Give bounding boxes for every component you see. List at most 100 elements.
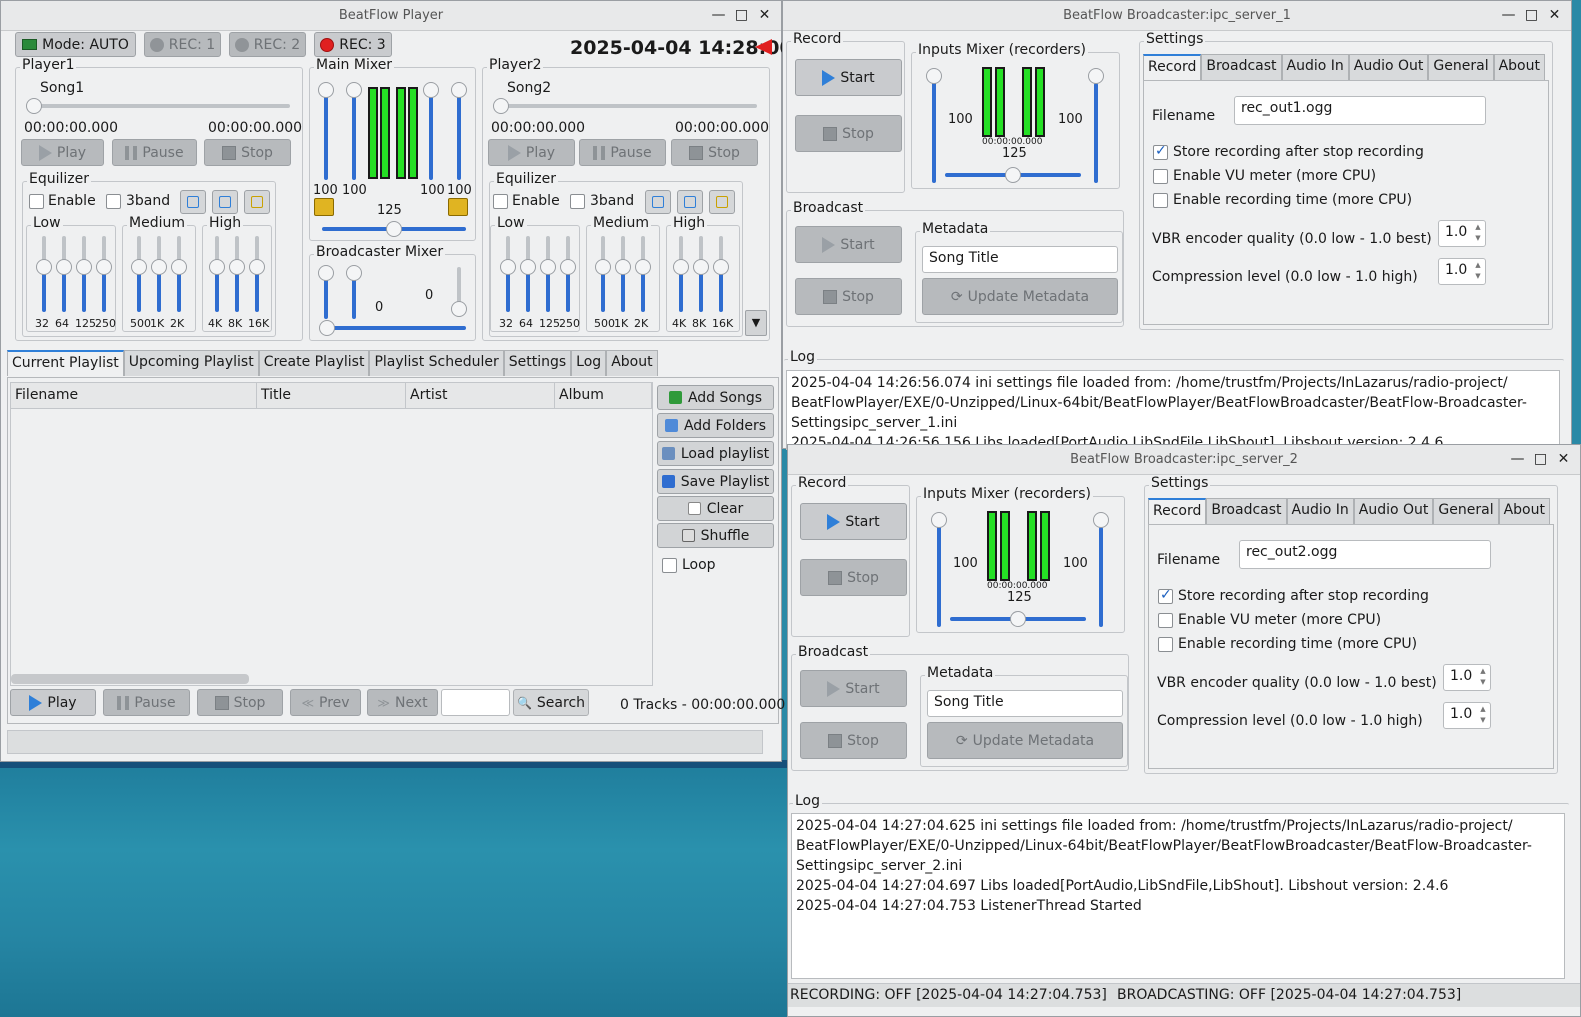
eq-copy-icon[interactable]: [677, 190, 703, 214]
metadata-input[interactable]: Song Title: [922, 246, 1118, 273]
input-left-knob[interactable]: [926, 68, 942, 84]
broadcast-stop-button[interactable]: Stop: [800, 722, 907, 759]
eq-band-knob[interactable]: [96, 259, 112, 275]
eq-band-knob[interactable]: [713, 259, 729, 275]
shuffle-button[interactable]: Shuffle: [657, 523, 774, 548]
close-icon[interactable]: ✕: [1546, 6, 1563, 25]
eq-preset-icon[interactable]: [645, 190, 671, 214]
input-right-fader[interactable]: [1099, 527, 1103, 627]
prev-button[interactable]: ≪ Prev: [290, 689, 361, 716]
player-titlebar[interactable]: BeatFlow Player — □ ✕: [1, 1, 781, 31]
main-mixer-fader-4[interactable]: [457, 92, 461, 180]
main-mixer-crossfader-knob[interactable]: [386, 221, 402, 237]
rec3-button[interactable]: REC: 3: [314, 32, 392, 57]
update-metadata-button[interactable]: ⟳ Update Metadata: [922, 278, 1118, 315]
vbr-spinbox[interactable]: 1.0 ▲ ▼: [1438, 220, 1486, 247]
eq-band-knob[interactable]: [673, 259, 689, 275]
tab-current-playlist[interactable]: Current Playlist: [7, 350, 124, 376]
search-input[interactable]: [441, 689, 510, 716]
search-button[interactable]: 🔍 Search: [513, 689, 589, 716]
spin-arrows-icon[interactable]: ▲ ▼: [1477, 704, 1489, 726]
vbr-spinbox[interactable]: 1.0 ▲ ▼: [1443, 664, 1491, 691]
settings-tab-audio-out[interactable]: Audio Out: [1348, 54, 1429, 80]
main-mixer-knob-1[interactable]: [318, 82, 334, 98]
filename-input[interactable]: rec_out2.ogg: [1239, 540, 1491, 569]
broadcaster-knob-3[interactable]: [451, 301, 467, 317]
eq-band-knob[interactable]: [36, 259, 52, 275]
settings-tab-about[interactable]: About: [1493, 54, 1545, 80]
rec1-button[interactable]: REC: 1: [144, 32, 221, 57]
minimize-icon[interactable]: —: [710, 6, 727, 25]
settings-tab-record[interactable]: Record: [1148, 498, 1207, 524]
filename-input[interactable]: rec_out1.ogg: [1234, 96, 1486, 125]
inputs-crossfader-knob[interactable]: [1005, 167, 1021, 183]
tab-create-playlist[interactable]: Create Playlist: [258, 350, 370, 376]
main-mixer-knob-4[interactable]: [451, 82, 467, 98]
vu-meter-checkbox[interactable]: [1153, 169, 1168, 184]
eq-enable-checkbox[interactable]: [493, 194, 508, 209]
store-recording-checkbox[interactable]: [1158, 587, 1173, 604]
close-icon[interactable]: ✕: [756, 6, 773, 25]
settings-tab-broadcast[interactable]: Broadcast: [1206, 498, 1287, 524]
tab-log[interactable]: Log: [571, 350, 607, 376]
broadcaster1-log[interactable]: 2025-04-04 14:26:56.074 ini settings fil…: [786, 370, 1560, 450]
settings-tab-broadcast[interactable]: Broadcast: [1201, 54, 1282, 80]
player2-position-slider[interactable]: [497, 104, 757, 108]
input-right-knob[interactable]: [1093, 512, 1109, 528]
maximize-icon[interactable]: □: [733, 6, 750, 25]
expand-down-button[interactable]: ▼: [745, 310, 767, 336]
settings-tab-audio-in[interactable]: Audio In: [1286, 498, 1354, 524]
eq-band-knob[interactable]: [131, 259, 147, 275]
spin-arrows-icon[interactable]: ▲ ▼: [1472, 222, 1484, 244]
tab-settings[interactable]: Settings: [503, 350, 572, 376]
broadcaster-crossfader-knob[interactable]: [319, 320, 335, 336]
eq-paste-icon[interactable]: [244, 190, 270, 214]
close-icon[interactable]: ✕: [1555, 450, 1572, 469]
eq-band-knob[interactable]: [615, 259, 631, 275]
input-left-knob[interactable]: [931, 512, 947, 528]
playlist-pause-button[interactable]: Pause: [103, 689, 190, 716]
broadcast-start-button[interactable]: Start: [795, 226, 902, 263]
eq-band-knob[interactable]: [56, 259, 72, 275]
input-right-knob[interactable]: [1088, 68, 1104, 84]
maximize-icon[interactable]: □: [1532, 450, 1549, 469]
broadcaster1-titlebar[interactable]: BeatFlow Broadcaster:ipc_server_1 — □ ✕: [783, 1, 1571, 31]
save-playlist-button[interactable]: Save Playlist: [657, 469, 774, 494]
vu-meter-checkbox[interactable]: [1158, 613, 1173, 628]
settings-tab-general[interactable]: General: [1428, 54, 1494, 80]
update-metadata-button[interactable]: ⟳ Update Metadata: [927, 722, 1123, 759]
settings-tab-audio-out[interactable]: Audio Out: [1353, 498, 1434, 524]
column-header-album[interactable]: Album: [555, 383, 652, 408]
settings-tab-audio-in[interactable]: Audio In: [1281, 54, 1349, 80]
player1-stop-button[interactable]: Stop: [204, 139, 291, 166]
eq-band-knob[interactable]: [76, 259, 92, 275]
player1-position-slider[interactable]: [30, 104, 290, 108]
clear-button[interactable]: Clear: [657, 496, 774, 521]
playlist-hscrollbar[interactable]: [11, 674, 249, 684]
input-left-fader[interactable]: [937, 515, 941, 627]
player1-pause-button[interactable]: Pause: [112, 139, 197, 166]
settings-tab-record[interactable]: Record: [1143, 54, 1202, 80]
broadcast-start-button[interactable]: Start: [800, 670, 907, 707]
broadcaster2-titlebar[interactable]: BeatFlow Broadcaster:ipc_server_2 — □ ✕: [788, 445, 1580, 475]
lock-icon[interactable]: [314, 198, 334, 216]
eq-band-knob[interactable]: [229, 259, 245, 275]
record-start-button[interactable]: Start: [795, 59, 902, 96]
eq-copy-icon[interactable]: [212, 190, 238, 214]
broadcaster-knob-1[interactable]: [318, 265, 334, 281]
minimize-icon[interactable]: —: [1509, 450, 1526, 469]
eq-band-knob[interactable]: [500, 259, 516, 275]
lock-icon[interactable]: [448, 198, 468, 216]
player2-play-button[interactable]: Play: [488, 139, 575, 166]
compression-spinbox[interactable]: 1.0 ▲ ▼: [1443, 702, 1491, 729]
main-mixer-knob-2[interactable]: [346, 82, 362, 98]
broadcaster-knob-2[interactable]: [346, 265, 362, 281]
settings-tab-about[interactable]: About: [1498, 498, 1550, 524]
main-mixer-knob-3[interactable]: [423, 82, 439, 98]
input-right-fader[interactable]: [1094, 83, 1098, 183]
record-start-button[interactable]: Start: [800, 503, 907, 540]
playlist-table[interactable]: [10, 382, 653, 686]
minimize-icon[interactable]: —: [1500, 6, 1517, 25]
maximize-icon[interactable]: □: [1523, 6, 1540, 25]
eq-band-knob[interactable]: [249, 259, 265, 275]
